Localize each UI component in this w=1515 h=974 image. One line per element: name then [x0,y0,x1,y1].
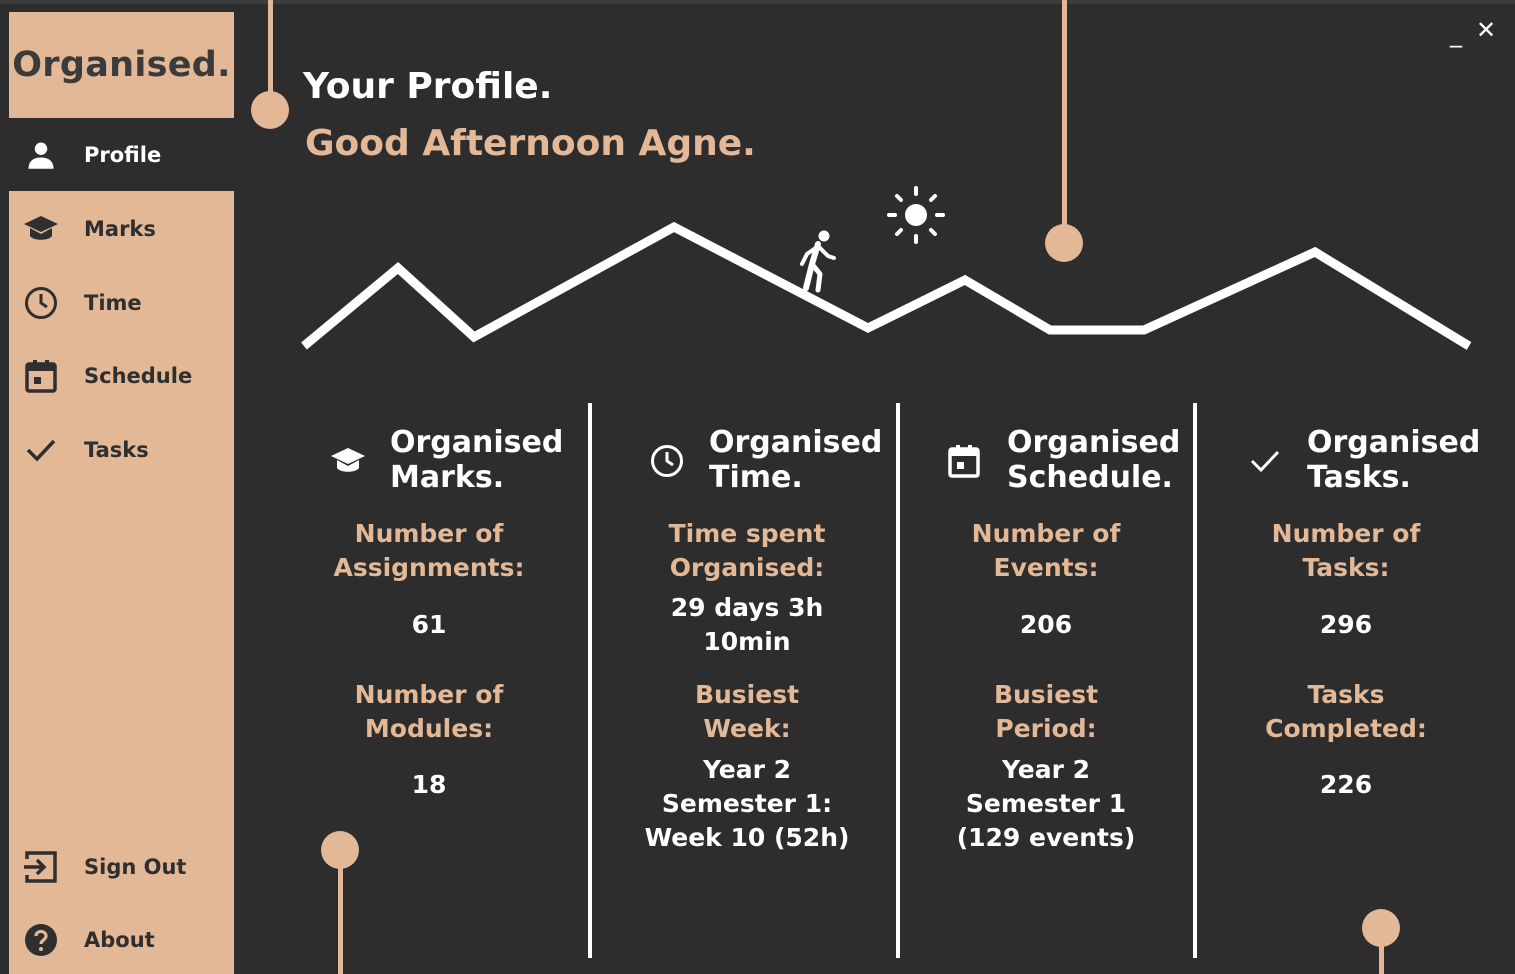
stat-label: Tasks Completed: [1265,680,1427,743]
stat-value: Year 2 Semester 1 (129 events) [956,755,1136,852]
calendar-icon [23,358,59,394]
greeting-text: Good Afternoon Agne. [305,123,756,164]
stat-label: Number of Events: [971,519,1121,582]
minimize-button[interactable]: _ [1450,22,1462,46]
sidebar-item-time[interactable]: Time [9,266,234,339]
column-divider [896,403,900,958]
sun-icon [887,186,945,244]
stat-value: 29 days 3h 10min [670,593,824,656]
decorative-pin-line [268,0,273,100]
sidebar-item-label: Profile [84,142,162,167]
sidebar-item-about[interactable]: About [9,903,234,974]
sidebar-item-tasks[interactable]: Tasks [9,413,234,486]
app-brand: Organised. [12,45,231,85]
help-icon [23,922,59,958]
checkmark-icon [1247,443,1283,479]
stat-label: Number of Modules: [354,680,504,743]
sidebar-item-label: About [84,927,155,952]
hiker-icon [800,230,836,293]
sidebar-item-label: Sign Out [84,854,187,879]
column-divider [588,403,592,958]
checkmark-icon [23,432,59,468]
stat-label: Number of Assignments: [333,519,525,582]
stat-label: Busiest Period: [993,680,1099,743]
clock-icon [23,285,59,321]
stat-value: 61 [411,610,447,639]
stats-card-title: Organised Schedule. [1007,425,1181,495]
stat-label: Busiest Week: [694,680,800,743]
stat-label: Number of Tasks: [1271,519,1421,582]
sidebar-item-sign-out[interactable]: Sign Out [9,830,234,903]
sidebar-item-label: Schedule [84,363,193,388]
stat-value: 206 [1019,610,1073,639]
stat-value: 18 [411,770,447,799]
graduation-cap-icon [23,211,59,247]
decorative-pin-line [1379,930,1384,974]
stat-value: Year 2 Semester 1: Week 10 (52h) [644,755,850,852]
graduation-cap-icon [330,443,366,479]
person-icon [23,137,59,173]
decorative-pin-dot [251,91,289,129]
sign-out-icon [23,849,59,885]
decorative-pin-line [338,850,343,974]
calendar-icon [946,443,982,479]
stats-card-title: Organised Time. [709,425,883,495]
stats-card-title: Organised Tasks. [1307,425,1481,495]
sidebar-item-label: Time [84,290,142,315]
sidebar-item-label: Marks [84,216,156,241]
page-title: Your Profile. [303,66,553,107]
stats-card-title: Organised Marks. [390,425,564,495]
sidebar-item-schedule[interactable]: Schedule [9,339,234,412]
stat-value: 296 [1319,610,1373,639]
stat-label: Time spent Organised: [668,519,826,582]
window-top-border [0,0,1515,4]
close-button[interactable]: ✕ [1476,18,1496,42]
sidebar-item-profile[interactable]: Profile [9,118,234,191]
column-divider [1193,403,1197,958]
stat-value: 226 [1319,770,1373,799]
sidebar-item-label: Tasks [84,437,149,462]
app-window: Organised. Profile Marks Time Schedule T… [0,0,1515,974]
sidebar-item-marks[interactable]: Marks [9,192,234,265]
mountain-illustration [301,186,1472,350]
clock-icon [649,443,685,479]
sidebar: Organised. Profile Marks Time Schedule T… [9,12,234,974]
